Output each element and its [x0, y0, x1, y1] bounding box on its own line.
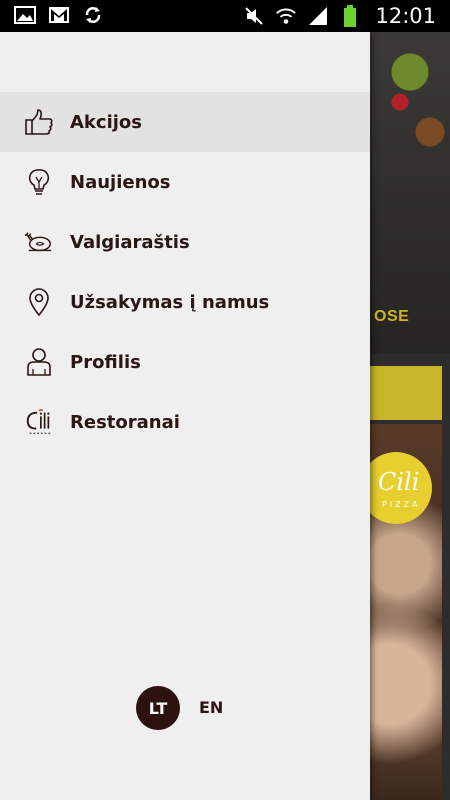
menu-item-naujienos[interactable]: Naujienos: [0, 152, 370, 212]
background-food-image: [370, 32, 450, 354]
battery-icon: [339, 5, 361, 27]
menu-item-uzsakymas[interactable]: Užsakymas į namus: [0, 272, 370, 332]
cili-pizza-logo-icon: [24, 407, 54, 437]
mute-icon: [243, 6, 265, 26]
menu-item-label: Valgiaraštis: [70, 231, 190, 253]
signal-icon: [307, 6, 329, 26]
navigation-drawer: Akcijos Naujienos Valgiaraštis Užsakymas…: [0, 32, 370, 800]
background-logo-text: Cili: [378, 468, 420, 496]
language-lt-button[interactable]: LT: [136, 686, 180, 730]
wifi-icon: [275, 6, 297, 26]
roast-chicken-icon: [24, 227, 54, 257]
background-app-content[interactable]: OSE Cili PIZZA: [370, 32, 450, 800]
background-yellow-banner: [370, 366, 442, 420]
background-partial-text: OSE: [374, 308, 410, 325]
language-en-button[interactable]: EN: [199, 698, 223, 717]
menu-item-profilis[interactable]: Profilis: [0, 332, 370, 392]
menu-item-label: Profilis: [70, 351, 141, 373]
status-time: 12:01: [375, 4, 436, 28]
sync-icon: [82, 5, 104, 25]
menu-item-akcijos[interactable]: Akcijos: [0, 92, 370, 152]
drawer-menu: Akcijos Naujienos Valgiaraštis Užsakymas…: [0, 92, 370, 452]
menu-item-label: Naujienos: [70, 171, 171, 193]
menu-item-label: Užsakymas į namus: [70, 291, 270, 313]
menu-item-label: Akcijos: [70, 111, 142, 133]
language-switcher: LT EN: [0, 686, 370, 732]
image-icon: [14, 5, 36, 25]
thumbs-up-icon: [24, 107, 54, 137]
status-bar: 12:01: [0, 0, 450, 32]
status-bar-notifications: [14, 5, 104, 25]
menu-item-label: Restoranai: [70, 411, 180, 433]
location-pin-icon: [24, 287, 54, 317]
user-icon: [24, 347, 54, 377]
gmail-icon: [48, 5, 70, 25]
menu-item-restoranai[interactable]: Restoranai: [0, 392, 370, 452]
background-logo-subtext: PIZZA: [382, 500, 421, 509]
status-bar-system: 12:01: [243, 4, 436, 28]
lightbulb-icon: [24, 167, 54, 197]
menu-item-valgiarastis[interactable]: Valgiaraštis: [0, 212, 370, 272]
